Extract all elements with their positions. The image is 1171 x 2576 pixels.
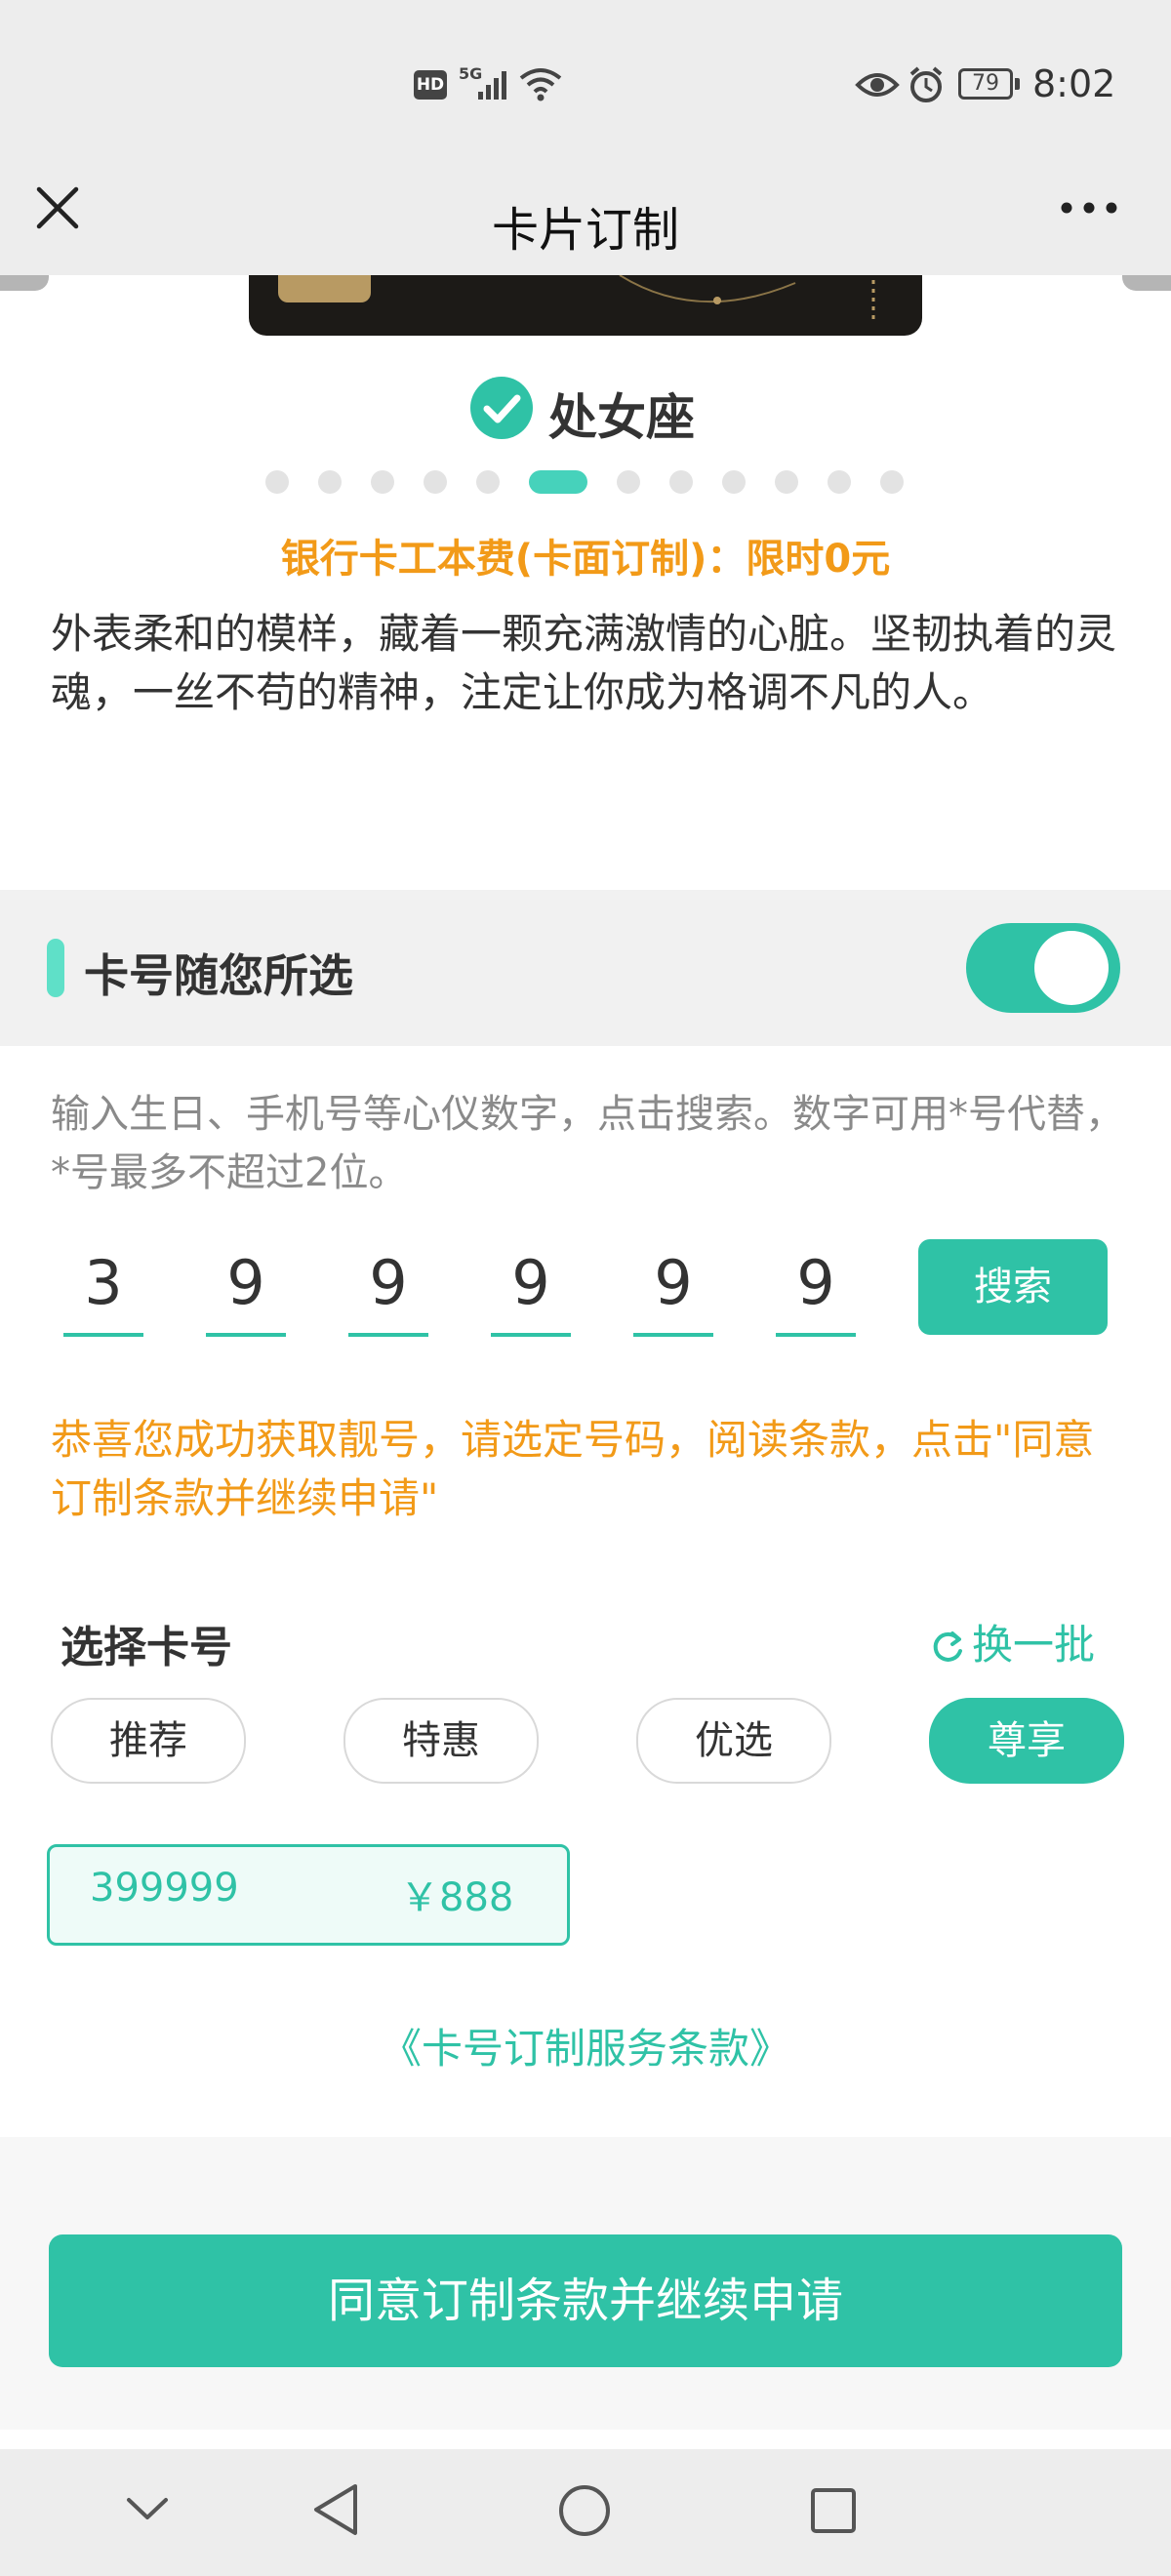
battery-icon: 79 — [958, 68, 1013, 100]
digit-input[interactable]: 9 — [491, 1247, 571, 1337]
wifi-icon — [519, 68, 562, 101]
next-card-peek[interactable] — [1122, 275, 1171, 291]
carousel-dot-active[interactable] — [529, 470, 587, 494]
carousel-dot[interactable] — [476, 470, 500, 494]
fee-notice: 银行卡工本费(卡面订制)：限时0元 — [280, 537, 891, 582]
carousel-dot[interactable] — [265, 470, 289, 494]
zodiac-name: 处女座 — [548, 389, 695, 446]
toggle-knob[interactable] — [1034, 931, 1109, 1005]
battery-level: 79 — [972, 71, 999, 96]
card-chip — [278, 275, 371, 302]
agree-continue-button[interactable]: 同意订制条款并继续申请 — [49, 2234, 1122, 2367]
digit-input[interactable]: 3 — [63, 1247, 143, 1337]
carousel-dot[interactable] — [669, 470, 693, 494]
eye-icon — [855, 73, 900, 97]
digit-input[interactable]: 9 — [348, 1247, 428, 1337]
tab-preferred[interactable]: 优选 — [636, 1698, 831, 1784]
digit-input[interactable]: 9 — [633, 1247, 713, 1337]
terms-link[interactable]: 《卡号订制服务条款》 — [0, 2016, 1171, 2075]
card-description: 外表柔和的模样，藏着一颗充满激情的心脏。坚韧执着的灵魂，一丝不苟的精神，注定让你… — [51, 610, 1117, 716]
digit-input[interactable]: 9 — [206, 1247, 286, 1337]
number-option-value: 399999 — [90, 1866, 239, 1911]
back-icon[interactable] — [310, 2482, 361, 2537]
search-hint: 输入生日、手机号等心仪数字，点击搜索。数字可用*号代替，*号最多不超过2位。 — [51, 1092, 1124, 1195]
clock: 8:02 — [1032, 62, 1116, 105]
page-title: 卡片订制 — [491, 203, 679, 258]
number-option-price: ￥888 — [400, 1875, 514, 1920]
more-icon[interactable] — [1060, 201, 1118, 215]
alarm-icon — [909, 66, 943, 102]
hd-icon: HD — [414, 70, 447, 100]
search-button[interactable]: 搜索 — [918, 1239, 1108, 1335]
carousel-dot[interactable] — [722, 470, 746, 494]
section-title: 卡号随您所选 — [84, 949, 353, 1002]
section-accent-bar — [47, 939, 64, 997]
tab-recommend[interactable]: 推荐 — [51, 1698, 246, 1784]
carousel-dot[interactable] — [828, 470, 851, 494]
carousel-dot[interactable] — [880, 470, 904, 494]
signal-icon — [478, 71, 506, 100]
tab-discount[interactable]: 特惠 — [343, 1698, 539, 1784]
refresh-icon — [933, 1631, 962, 1662]
collapse-icon[interactable] — [125, 2494, 170, 2523]
carousel-dot[interactable] — [424, 470, 447, 494]
carousel-dot[interactable] — [318, 470, 342, 494]
digit-input[interactable]: 9 — [776, 1247, 856, 1337]
battery-tip — [1015, 78, 1020, 90]
prev-card-peek[interactable] — [0, 275, 49, 291]
home-icon[interactable] — [557, 2483, 612, 2538]
carousel-dot[interactable] — [617, 470, 640, 494]
recents-icon[interactable] — [810, 2487, 857, 2534]
carousel-dot[interactable] — [775, 470, 798, 494]
tab-premium[interactable]: 尊享 — [929, 1698, 1124, 1784]
carousel-dot[interactable] — [371, 470, 394, 494]
check-icon — [470, 377, 533, 439]
refresh-button[interactable]: 换一批 — [929, 1612, 1095, 1671]
select-number-title: 选择卡号 — [61, 1623, 232, 1672]
refresh-label: 换一批 — [972, 1621, 1096, 1669]
success-message: 恭喜您成功获取靓号，请选定号码，阅读条款，点击"同意订制条款并继续申请" — [51, 1416, 1095, 1522]
